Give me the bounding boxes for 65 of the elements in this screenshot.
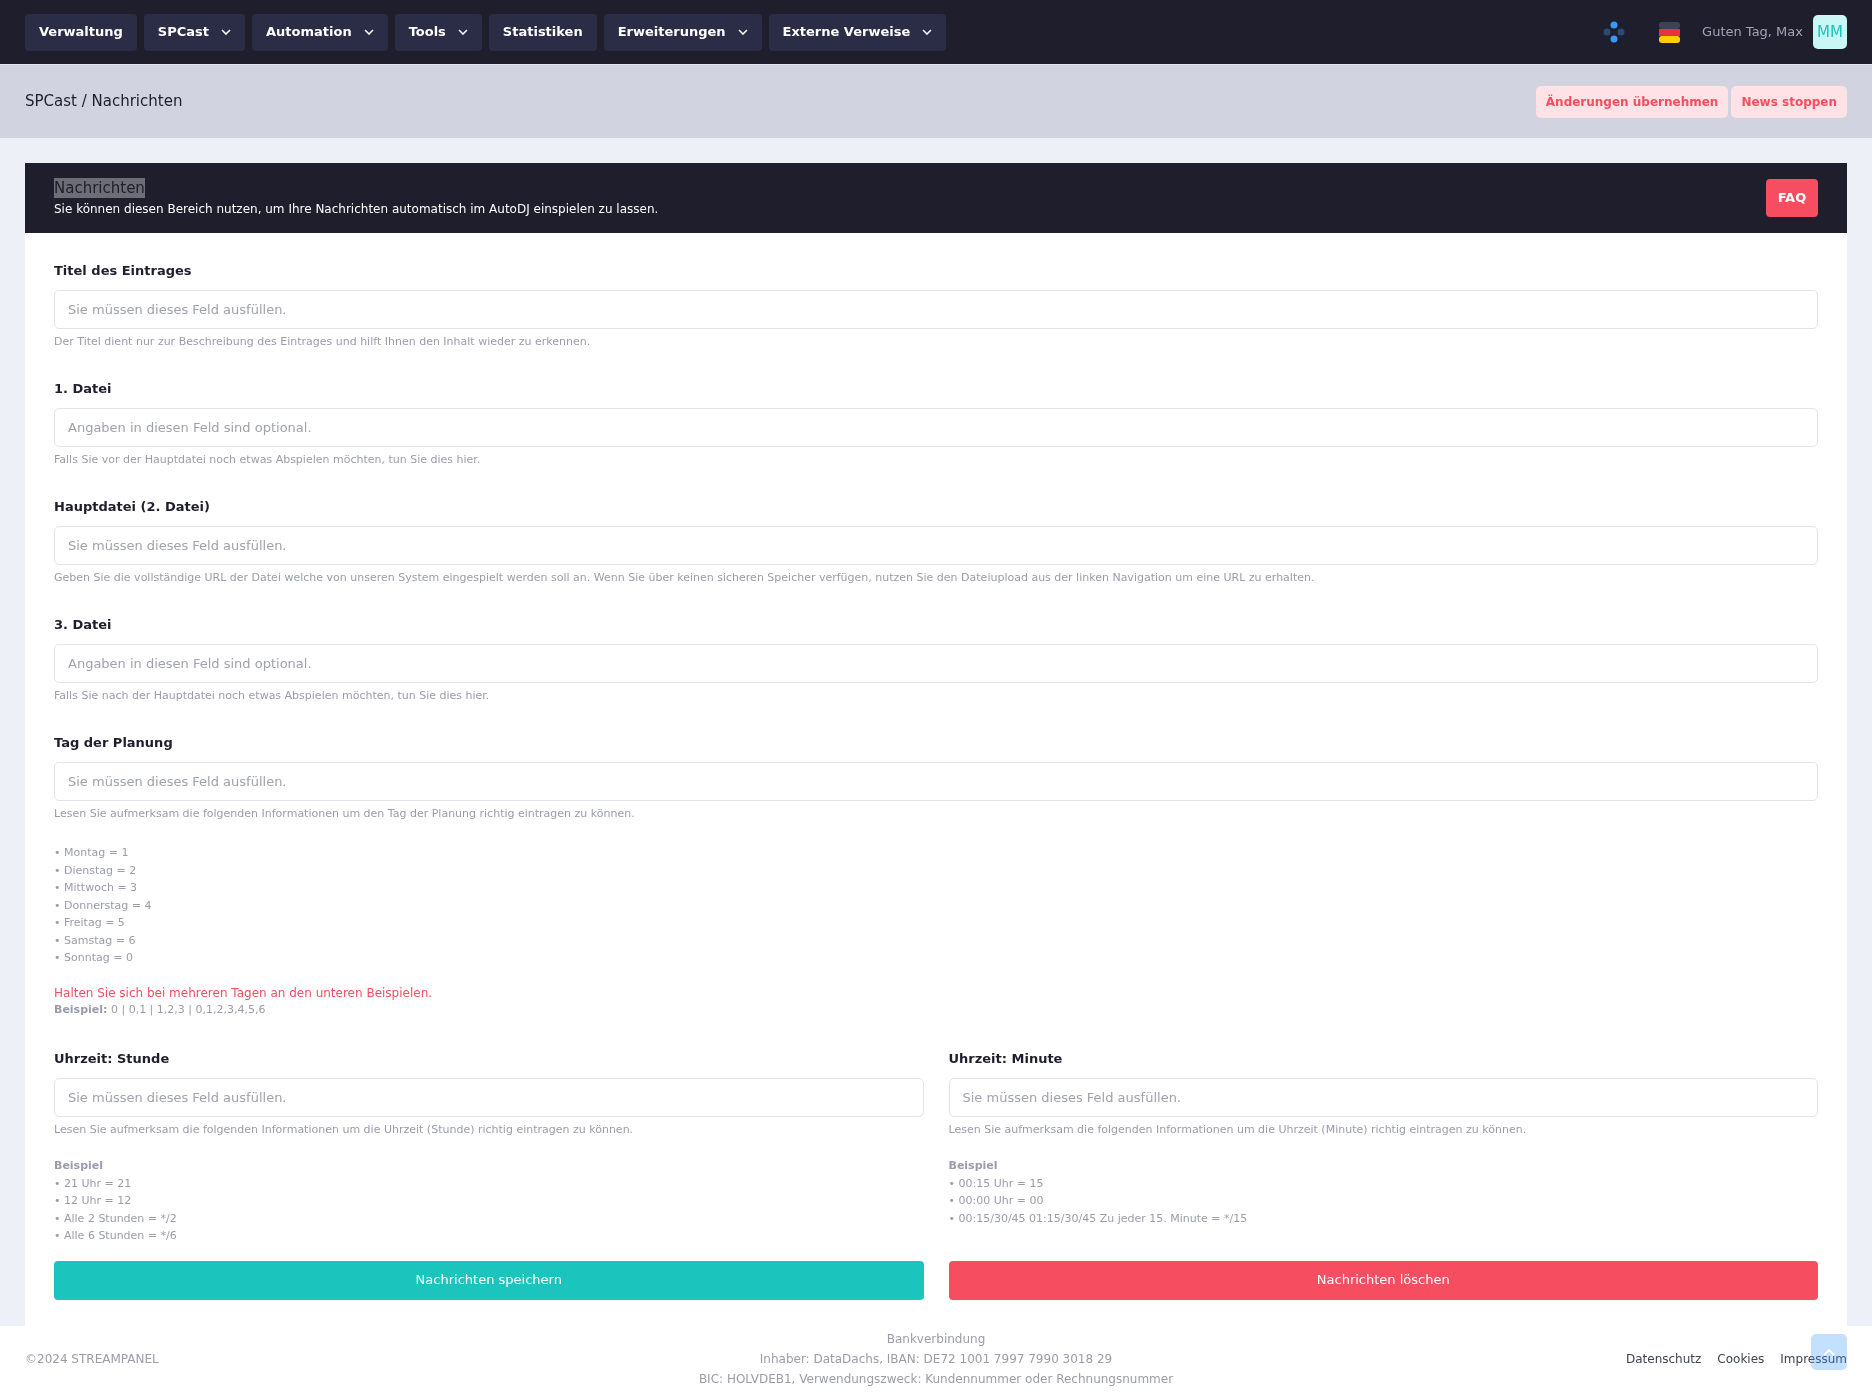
chevron-down-icon bbox=[363, 29, 374, 35]
bank-info-text: BIC: HOLVDEB1, Verwendungszweck: Kundennummer oder Rechnungsnummer bbox=[698, 1371, 1174, 1389]
footer-link[interactable]: Datenschutz bbox=[1625, 1350, 1702, 1369]
day-code-item: • Donnerstag = 4 bbox=[54, 897, 153, 914]
text-field[interactable]: Sie müssen dieses Feld ausfüllen. bbox=[54, 525, 1818, 565]
nav-menu-button[interactable]: Tools bbox=[394, 13, 482, 51]
nav-menu-button[interactable]: Erweiterungen bbox=[603, 13, 762, 51]
text-field[interactable]: Sie müssen dieses Feld ausfüllen. bbox=[54, 289, 1818, 329]
footer-link[interactable]: Impressum bbox=[1780, 1350, 1847, 1369]
bank-info-text: Inhaber: DataDachs, IBAN: DE72 1001 7997 7990 3018 29 bbox=[759, 1351, 1113, 1369]
breadcrumb-text: SPCast / Nachrichten bbox=[25, 91, 183, 113]
help-text: Falls Sie vor der Hauptdatei noch etwas Abspielen möchten, tun Sie dies hier. bbox=[54, 451, 482, 468]
chevron-down-icon bbox=[737, 29, 748, 35]
chevron-up-icon bbox=[1823, 1347, 1835, 1356]
card-title: Nachrichten bbox=[54, 178, 145, 198]
help-text: Der Titel dient nur zur Beschreibung des Eintrages und hilft Ihnen den Inhalt wieder zu erkennen. bbox=[54, 333, 592, 350]
example-title: Beispiel bbox=[948, 1158, 999, 1174]
day-code-item: • Freitag = 5 bbox=[54, 915, 126, 931]
greeting-text: Guten Tag, Max bbox=[1702, 23, 1803, 42]
copyright-text: ©2024 STREAMPANEL bbox=[25, 1351, 160, 1369]
example-item: • 00:15/30/45 01:15/30/45 Zu jeder 15. Minute = */15 bbox=[948, 1210, 1249, 1227]
apps-icon[interactable] bbox=[1603, 21, 1626, 43]
german-flag-icon[interactable] bbox=[1659, 21, 1681, 43]
nav-menu-button[interactable]: Statistiken bbox=[488, 13, 597, 51]
example-text: Beispiel: 0 | 0,1 | 1,2,3 | 0,1,2,3,4,5,6 bbox=[54, 1001, 267, 1018]
bank-info-text: Bankverbindung bbox=[886, 1331, 986, 1349]
field-label: 3. Datei bbox=[54, 616, 113, 634]
help-text: Falls Sie nach der Hauptdatei noch etwas Abspielen möchten, tun Sie dies hier. bbox=[54, 687, 491, 704]
example-item: • 12 Uhr = 12 bbox=[54, 1193, 133, 1209]
field-label: Hauptdatei (2. Datei) bbox=[54, 498, 211, 516]
day-code-item: • Montag = 1 bbox=[54, 845, 130, 861]
chevron-down-icon bbox=[221, 29, 231, 35]
chevron-down-icon bbox=[457, 29, 468, 35]
text-field[interactable]: Sie müssen dieses Feld ausfüllen. bbox=[948, 1077, 1818, 1117]
field-label: Tag der Planung bbox=[54, 734, 174, 752]
chevron-down-icon bbox=[922, 29, 933, 35]
field-label: Uhrzeit: Minute bbox=[948, 1050, 1064, 1068]
text-field[interactable]: Angaben in diesen Feld sind optional. bbox=[54, 407, 1818, 447]
example-item: • Alle 2 Stunden = */2 bbox=[54, 1210, 178, 1227]
example-item: • 21 Uhr = 21 bbox=[54, 1175, 133, 1192]
day-code-item: • Dienstag = 2 bbox=[54, 862, 138, 879]
warning-text: Halten Sie sich bei mehreren Tagen an den unteren Beispielen. bbox=[54, 984, 434, 1002]
field-label: Titel des Eintrages bbox=[54, 262, 193, 280]
field-label: 1. Datei bbox=[54, 380, 113, 398]
example-item: • 00:00 Uhr = 00 bbox=[948, 1193, 1045, 1209]
help-text: Lesen Sie aufmerksam die folgenden Informationen um den Tag der Planung richtig eintragen zu können. bbox=[54, 805, 636, 822]
footer-link[interactable]: Cookies bbox=[1717, 1350, 1765, 1369]
card-subtitle: Sie können diesen Bereich nutzen, um Ihre Nachrichten automatisch im AutoDJ einspielen zu lassen. bbox=[54, 201, 659, 218]
example-item: • Alle 6 Stunden = */6 bbox=[54, 1228, 178, 1244]
text-field[interactable]: Sie müssen dieses Feld ausfüllen. bbox=[54, 761, 1818, 801]
day-code-item: • Samstag = 6 bbox=[54, 932, 137, 949]
field-label: Uhrzeit: Stunde bbox=[54, 1050, 171, 1068]
help-text: Lesen Sie aufmerksam die folgenden Informationen um die Uhrzeit (Stunde) richtig eintragen zu können. bbox=[54, 1121, 635, 1138]
help-text: Lesen Sie aufmerksam die folgenden Informationen um die Uhrzeit (Minute) richtig eintragen zu können. bbox=[948, 1121, 1528, 1138]
text-field[interactable]: Sie müssen dieses Feld ausfüllen. bbox=[54, 1077, 924, 1117]
example-item: • 00:15 Uhr = 15 bbox=[948, 1175, 1045, 1192]
text-field[interactable]: Angaben in diesen Feld sind optional. bbox=[54, 643, 1818, 683]
day-code-item: • Mittwoch = 3 bbox=[54, 880, 139, 896]
nav-menu-button[interactable]: SPCast bbox=[143, 13, 245, 51]
day-code-item: • Sonntag = 0 bbox=[54, 950, 134, 966]
help-text: Geben Sie die vollständige URL der Datei welche von unseren System eingespielt werden soll an. Wenn Sie über keinen sicheren Speicher verfügen, nutzen Sie den Dateiupload aus der linken Navigation um eine URL zu erhalten. bbox=[54, 569, 1316, 586]
nav-menu-button[interactable]: Verwaltung bbox=[25, 13, 137, 51]
example-title: Beispiel bbox=[54, 1158, 105, 1174]
nav-menu-button[interactable]: Externe Verweise bbox=[768, 13, 947, 51]
nav-menu-button[interactable]: Automation bbox=[252, 13, 388, 51]
